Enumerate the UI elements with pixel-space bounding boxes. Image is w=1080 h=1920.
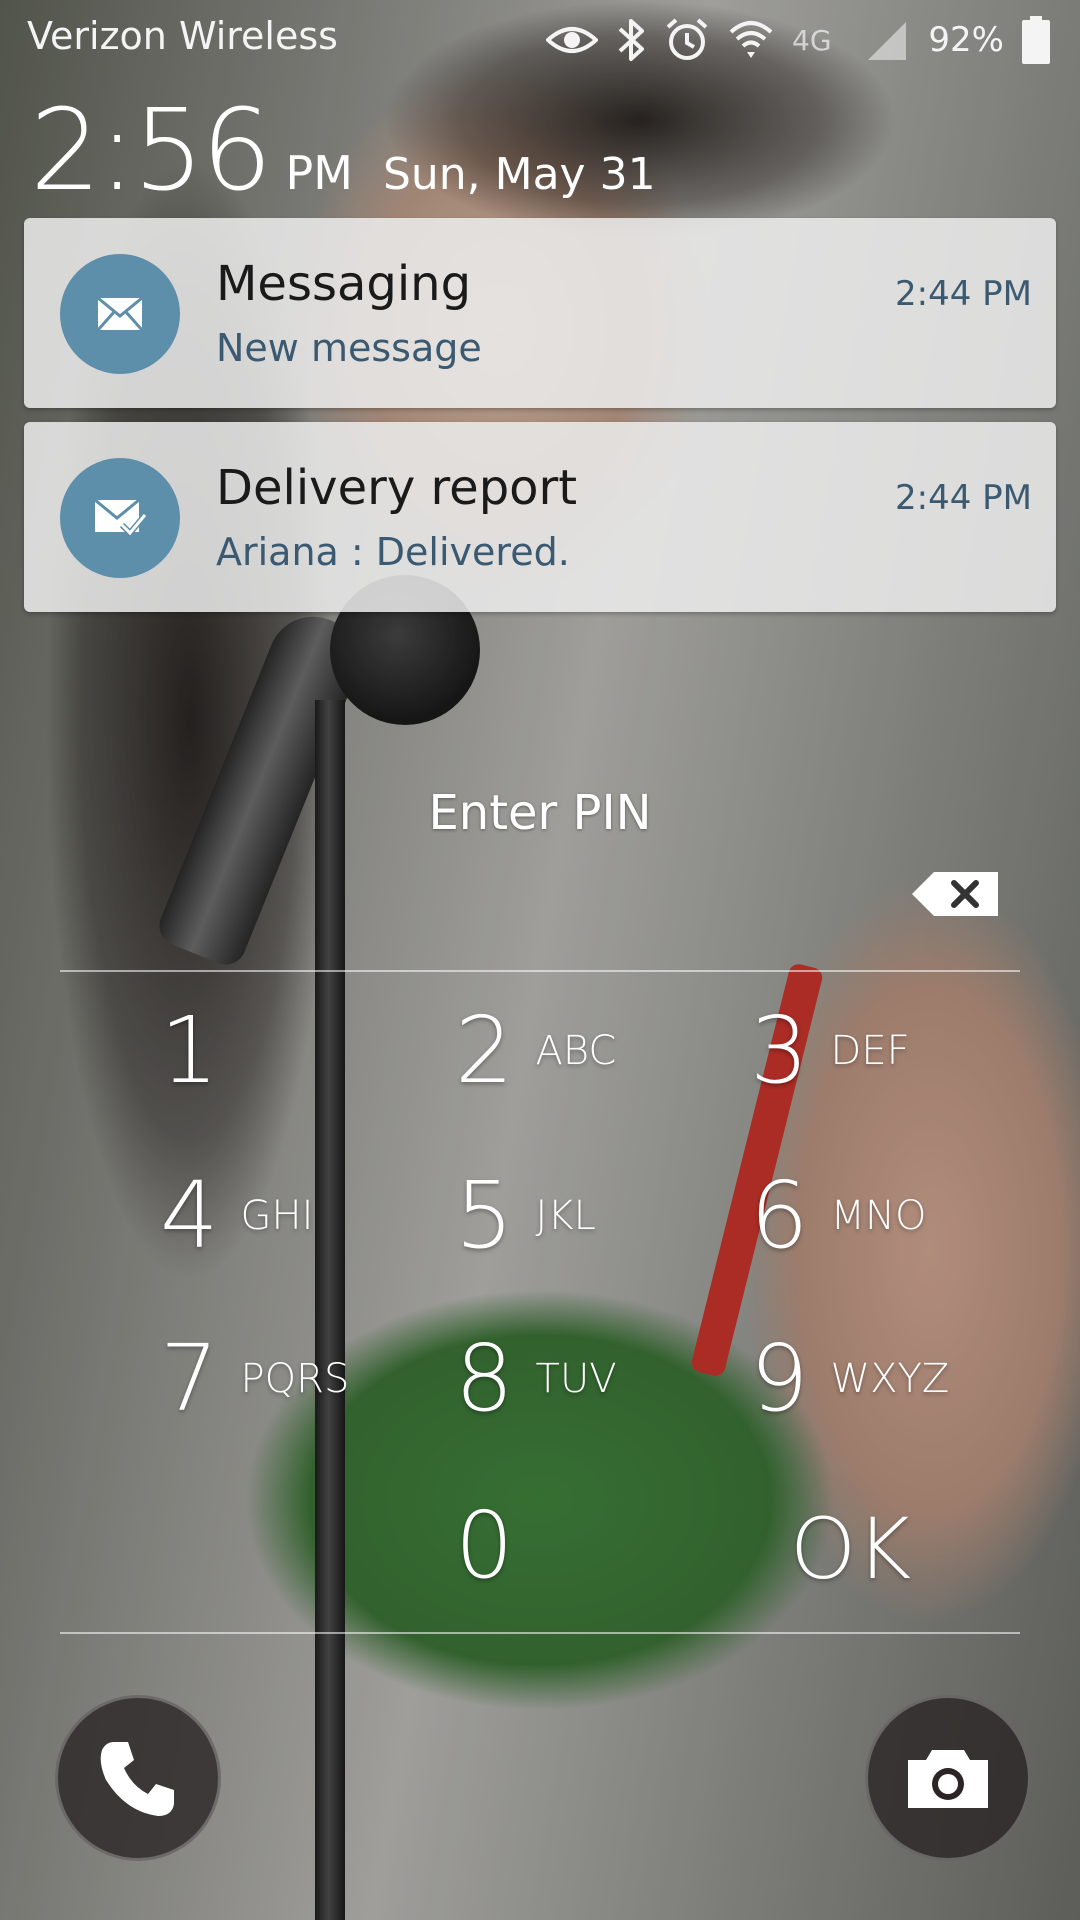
clock-time: 2:56	[30, 86, 273, 216]
pin-field-divider	[60, 970, 1020, 972]
key-letters: ABC	[535, 1028, 617, 1074]
alarm-icon	[664, 17, 710, 63]
notification-text: Ariana : Delivered.	[216, 530, 570, 574]
key-digit: 2	[455, 997, 514, 1104]
clock-date: Sun, May 31	[382, 149, 656, 200]
backspace-icon	[912, 872, 998, 916]
key-digit: 0	[455, 1492, 514, 1599]
key-2[interactable]: 2 ABC	[455, 1005, 616, 1097]
key-digit: 8	[455, 1325, 514, 1432]
bluetooth-icon	[616, 17, 646, 63]
key-letters: GHI	[240, 1193, 314, 1239]
enter-pin-prompt: Enter PIN	[428, 785, 652, 841]
key-letters: PQRS	[240, 1356, 350, 1402]
key-7[interactable]: 7 PQRS	[160, 1333, 349, 1425]
wifi-icon	[728, 18, 774, 62]
key-letters: WXYZ	[830, 1356, 950, 1402]
key-9[interactable]: 9 WXYZ	[750, 1333, 949, 1425]
backspace-button[interactable]	[910, 870, 1000, 918]
battery-icon	[1022, 16, 1050, 64]
notification-text: New message	[216, 326, 482, 370]
status-icons: 4G 92%	[546, 10, 1050, 70]
battery-percent: 92%	[928, 20, 1004, 60]
key-digit: 9	[750, 1325, 809, 1432]
key-0[interactable]: 0	[455, 1500, 514, 1592]
key-digit: 3	[750, 997, 809, 1104]
carrier-name: Verizon Wireless	[27, 14, 338, 58]
key-digit: 5	[455, 1162, 514, 1269]
key-3[interactable]: 3 DEF	[750, 1005, 910, 1097]
phone-shortcut-button[interactable]	[55, 1695, 221, 1861]
notification-time: 2:44 PM	[895, 274, 1032, 314]
key-1[interactable]: 1	[160, 1005, 241, 1097]
lockscreen-clock: 2:56 PM Sun, May 31	[30, 95, 656, 207]
notification-time: 2:44 PM	[895, 478, 1032, 518]
key-letters: DEF	[830, 1028, 910, 1074]
key-digit: 1	[160, 997, 219, 1104]
notification-delivery-report[interactable]: Delivery report Ariana : Delivered. 2:44…	[24, 422, 1056, 612]
camera-icon	[908, 1750, 988, 1808]
lte-icon: 4G	[792, 18, 848, 62]
notification-title: Messaging	[216, 256, 472, 312]
key-letters: TUV	[535, 1356, 617, 1402]
key-8[interactable]: 8 TUV	[455, 1333, 617, 1425]
notification-messaging[interactable]: Messaging New message 2:44 PM	[24, 218, 1056, 408]
keypad-bottom-divider	[60, 1632, 1020, 1634]
key-digit: 7	[160, 1325, 219, 1432]
notification-title: Delivery report	[216, 460, 578, 516]
clock-ampm: PM	[285, 146, 353, 200]
key-5[interactable]: 5 JKL	[455, 1170, 596, 1262]
key-letters: JKL	[535, 1193, 596, 1239]
message-icon	[60, 254, 180, 374]
key-digit: 6	[750, 1162, 809, 1269]
delivered-icon	[60, 458, 180, 578]
eye-icon	[546, 20, 599, 60]
key-letters: MNO	[830, 1193, 927, 1239]
key-digit: 4	[160, 1162, 219, 1269]
phone-icon	[100, 1742, 174, 1816]
signal-icon	[866, 18, 910, 62]
key-4[interactable]: 4 GHI	[160, 1170, 313, 1262]
ok-button[interactable]: OK	[790, 1500, 911, 1598]
camera-shortcut-button[interactable]	[865, 1695, 1031, 1861]
network-type-text: 4G	[792, 24, 832, 57]
status-bar: Verizon Wireless 4G 92%	[0, 0, 1080, 80]
key-6[interactable]: 6 MNO	[750, 1170, 926, 1262]
